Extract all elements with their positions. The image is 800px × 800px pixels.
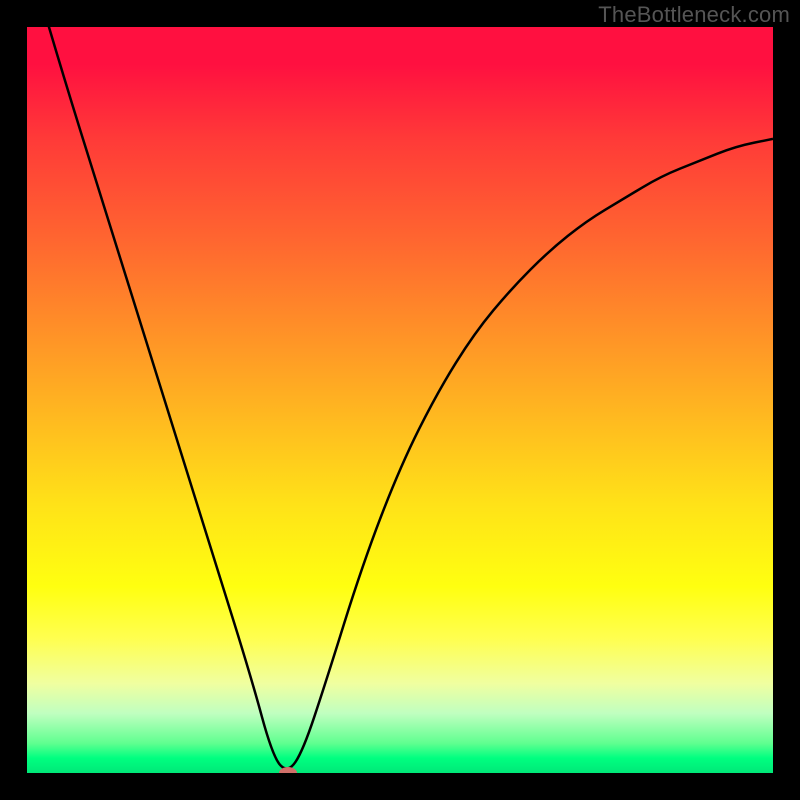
bottleneck-curve-path xyxy=(27,27,773,769)
chart-plot-area xyxy=(27,27,773,773)
bottleneck-curve-svg xyxy=(27,27,773,773)
optimal-point-marker xyxy=(279,767,297,773)
watermark-text: TheBottleneck.com xyxy=(598,2,790,28)
